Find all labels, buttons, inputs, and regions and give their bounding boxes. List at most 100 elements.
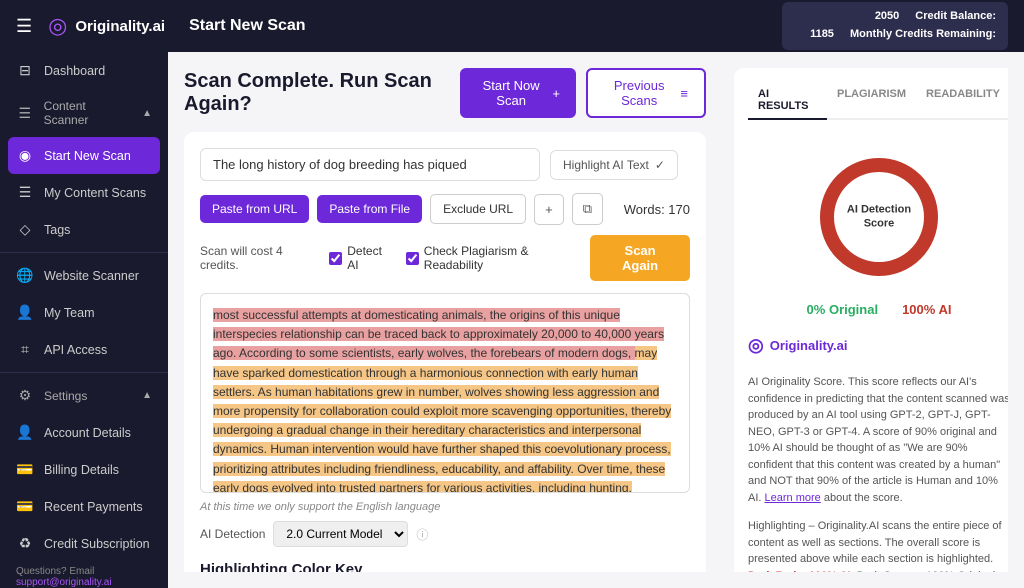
color-key-title: Highlighting Color Key [200,561,690,572]
exclude-url-button[interactable]: Exclude URL [430,194,526,224]
highlighted-text-orange-1: may have sparked domestication through a… [213,346,671,493]
monthly-credits-label: Monthly Credits Remaining: [850,26,996,44]
sidebar-label-billing-details: Billing Details [44,463,119,477]
sidebar-item-credit-subscription[interactable]: ♻ Credit Subscription [0,525,168,562]
sidebar-label-my-team: My Team [44,306,94,320]
sidebar-item-dashboard[interactable]: ⊟ Dashboard [0,52,168,89]
layout: ⊟ Dashboard ☰ Content Scanner ▲ ◉ Start … [0,52,1024,588]
copy-icon-button[interactable]: ⧉ [572,193,603,225]
sidebar-label-content-scanner: Content Scanner [44,99,132,127]
tag-icon: ◇ [16,221,34,238]
highlight-desc-text: Highlighting – Originality.AI scans the … [748,520,1002,565]
sidebar-label-account-details: Account Details [44,426,131,440]
detect-ai-checkbox-label[interactable]: Detect AI [329,244,390,272]
sidebar-item-start-new-scan[interactable]: ◉ Start New Scan [8,137,160,174]
donut-center-label: AI Detection Score [847,203,911,232]
scan-buttons-row: Paste from URL Paste from File Exclude U… [200,193,690,225]
sidebar-item-api-access[interactable]: ⌗ API Access [0,331,168,368]
score-original: 0% Original [807,302,879,317]
logo: ◎ Originality.ai [48,13,165,39]
sidebar-item-settings[interactable]: ⚙ Settings ▲ [0,377,168,414]
payments-icon: 💳 [16,498,34,515]
language-note: At this time we only support the English… [200,501,690,513]
sidebar-item-account-details[interactable]: 👤 Account Details [0,414,168,451]
result-tabs: AI RESULTS PLAGIARISM READABILITY [748,82,1008,120]
tab-ai-results[interactable]: AI RESULTS [748,82,827,120]
sidebar-item-recent-payments[interactable]: 💳 Recent Payments [0,488,168,525]
plagiarism-checkbox-label[interactable]: Check Plagiarism & Readability [406,244,574,272]
scan-card: Highlight AI Text ✓ Paste from URL Paste… [184,132,706,572]
previous-scans-button[interactable]: Previous Scans ≡ [586,68,706,118]
sidebar-item-content-scanner[interactable]: ☰ Content Scanner ▲ [0,89,168,137]
api-icon: ⌗ [16,341,34,358]
plagiarism-checkbox[interactable] [406,252,419,265]
sidebar-divider-2 [0,372,168,373]
sidebar-item-billing-details[interactable]: 💳 Billing Details [0,451,168,488]
detect-ai-label: Detect AI [347,244,390,272]
donut-label-line2: Score [847,217,911,231]
content-area: Scan Complete. Run Scan Again? Start Now… [168,52,1024,588]
score-description: AI Originality Score. This score reflect… [748,374,1008,506]
highlight-red-text: Dark Red = 100% AI [748,570,851,573]
score-original-pct: 0% [807,302,826,317]
score-desc-text: AI Originality Score. This score reflect… [748,376,1008,504]
scan-cost: Scan will cost 4 credits. [200,244,313,272]
score-row: 0% Original 100% AI [748,302,1008,317]
sidebar-label-api-access: API Access [44,343,107,357]
originality-brand-name: Originality.ai [770,338,848,353]
monthly-credits-value: 1185 [810,26,834,44]
scan-again-button[interactable]: Scan Again [590,235,690,281]
sidebar-label-credit-subscription: Credit Subscription [44,537,150,551]
add-icon-button[interactable]: + [534,194,564,225]
start-new-scan-button[interactable]: Start Now Scan + [460,68,576,118]
originality-logo-icon: ◎ [748,335,764,356]
highlighted-text-red: most successful attempts at domesticatin… [213,308,664,360]
sidebar-item-website-scanner[interactable]: 🌐 Website Scanner [0,257,168,294]
ai-model-select[interactable]: 2.0 Current Model [273,521,408,547]
sidebar-divider-1 [0,252,168,253]
info-icon: ⓘ [416,526,428,543]
scan-text-input[interactable] [200,148,540,181]
scan-header: Scan Complete. Run Scan Again? Start Now… [184,68,706,118]
donut-chart-container: AI Detection Score [748,152,1008,282]
support-email-link[interactable]: support@originality.ai [16,577,112,588]
learn-more-link[interactable]: Learn more [765,492,821,504]
plagiarism-label: Check Plagiarism & Readability [424,244,574,272]
originality-brand: ◎ Originality.ai [748,335,1008,356]
sidebar-label-website-scanner: Website Scanner [44,269,139,283]
text-content-area: most successful attempts at domesticatin… [200,293,690,493]
score-ai: 100% AI [902,302,951,317]
logo-icon: ◎ [48,13,67,39]
menu-icon-btn: ≡ [680,86,688,101]
billing-icon: 💳 [16,461,34,478]
scan-options-row: Scan will cost 4 credits. Detect AI Chec… [200,235,690,281]
tab-readability[interactable]: READABILITY [916,82,1008,118]
settings-icon: ⚙ [16,387,34,404]
sidebar-label-settings: Settings [44,389,87,403]
subscription-icon: ♻ [16,535,34,552]
check-icon: ✓ [655,158,665,172]
paste-from-file-button[interactable]: Paste from File [317,195,422,223]
sidebar-label-tags: Tags [44,223,70,237]
list-icon: ☰ [16,184,34,201]
plus-icon-btn: + [552,86,560,101]
tab-plagiarism[interactable]: PLAGIARISM [827,82,916,118]
scanner-icon: ☰ [16,105,34,122]
chevron-up-icon: ▲ [142,108,152,119]
sidebar-support: Questions? Email support@originality.ai [0,562,168,588]
chevron-up-icon-settings: ▲ [142,390,152,401]
donut-label-line1: AI Detection [847,203,911,217]
sidebar-label-my-content-scans: My Content Scans [44,186,146,200]
scan-title: Scan Complete. Run Scan Again? [184,70,460,116]
sidebar-item-my-content-scans[interactable]: ☰ My Content Scans [0,174,168,211]
sidebar-item-my-team[interactable]: 👤 My Team [0,294,168,331]
sidebar-item-tags[interactable]: ◇ Tags [0,211,168,248]
previous-scans-label: Previous Scans [604,78,674,108]
sidebar-label-start-new-scan: Start New Scan [44,149,131,163]
credits-display: Credit Balance:2050 Monthly Credits Rema… [782,2,1008,49]
paste-from-url-button[interactable]: Paste from URL [200,195,309,223]
detect-ai-checkbox[interactable] [329,252,342,265]
highlight-ai-text-button[interactable]: Highlight AI Text ✓ [550,150,678,180]
hamburger-icon[interactable]: ☰ [16,16,32,37]
score-original-label: Original [829,302,878,317]
